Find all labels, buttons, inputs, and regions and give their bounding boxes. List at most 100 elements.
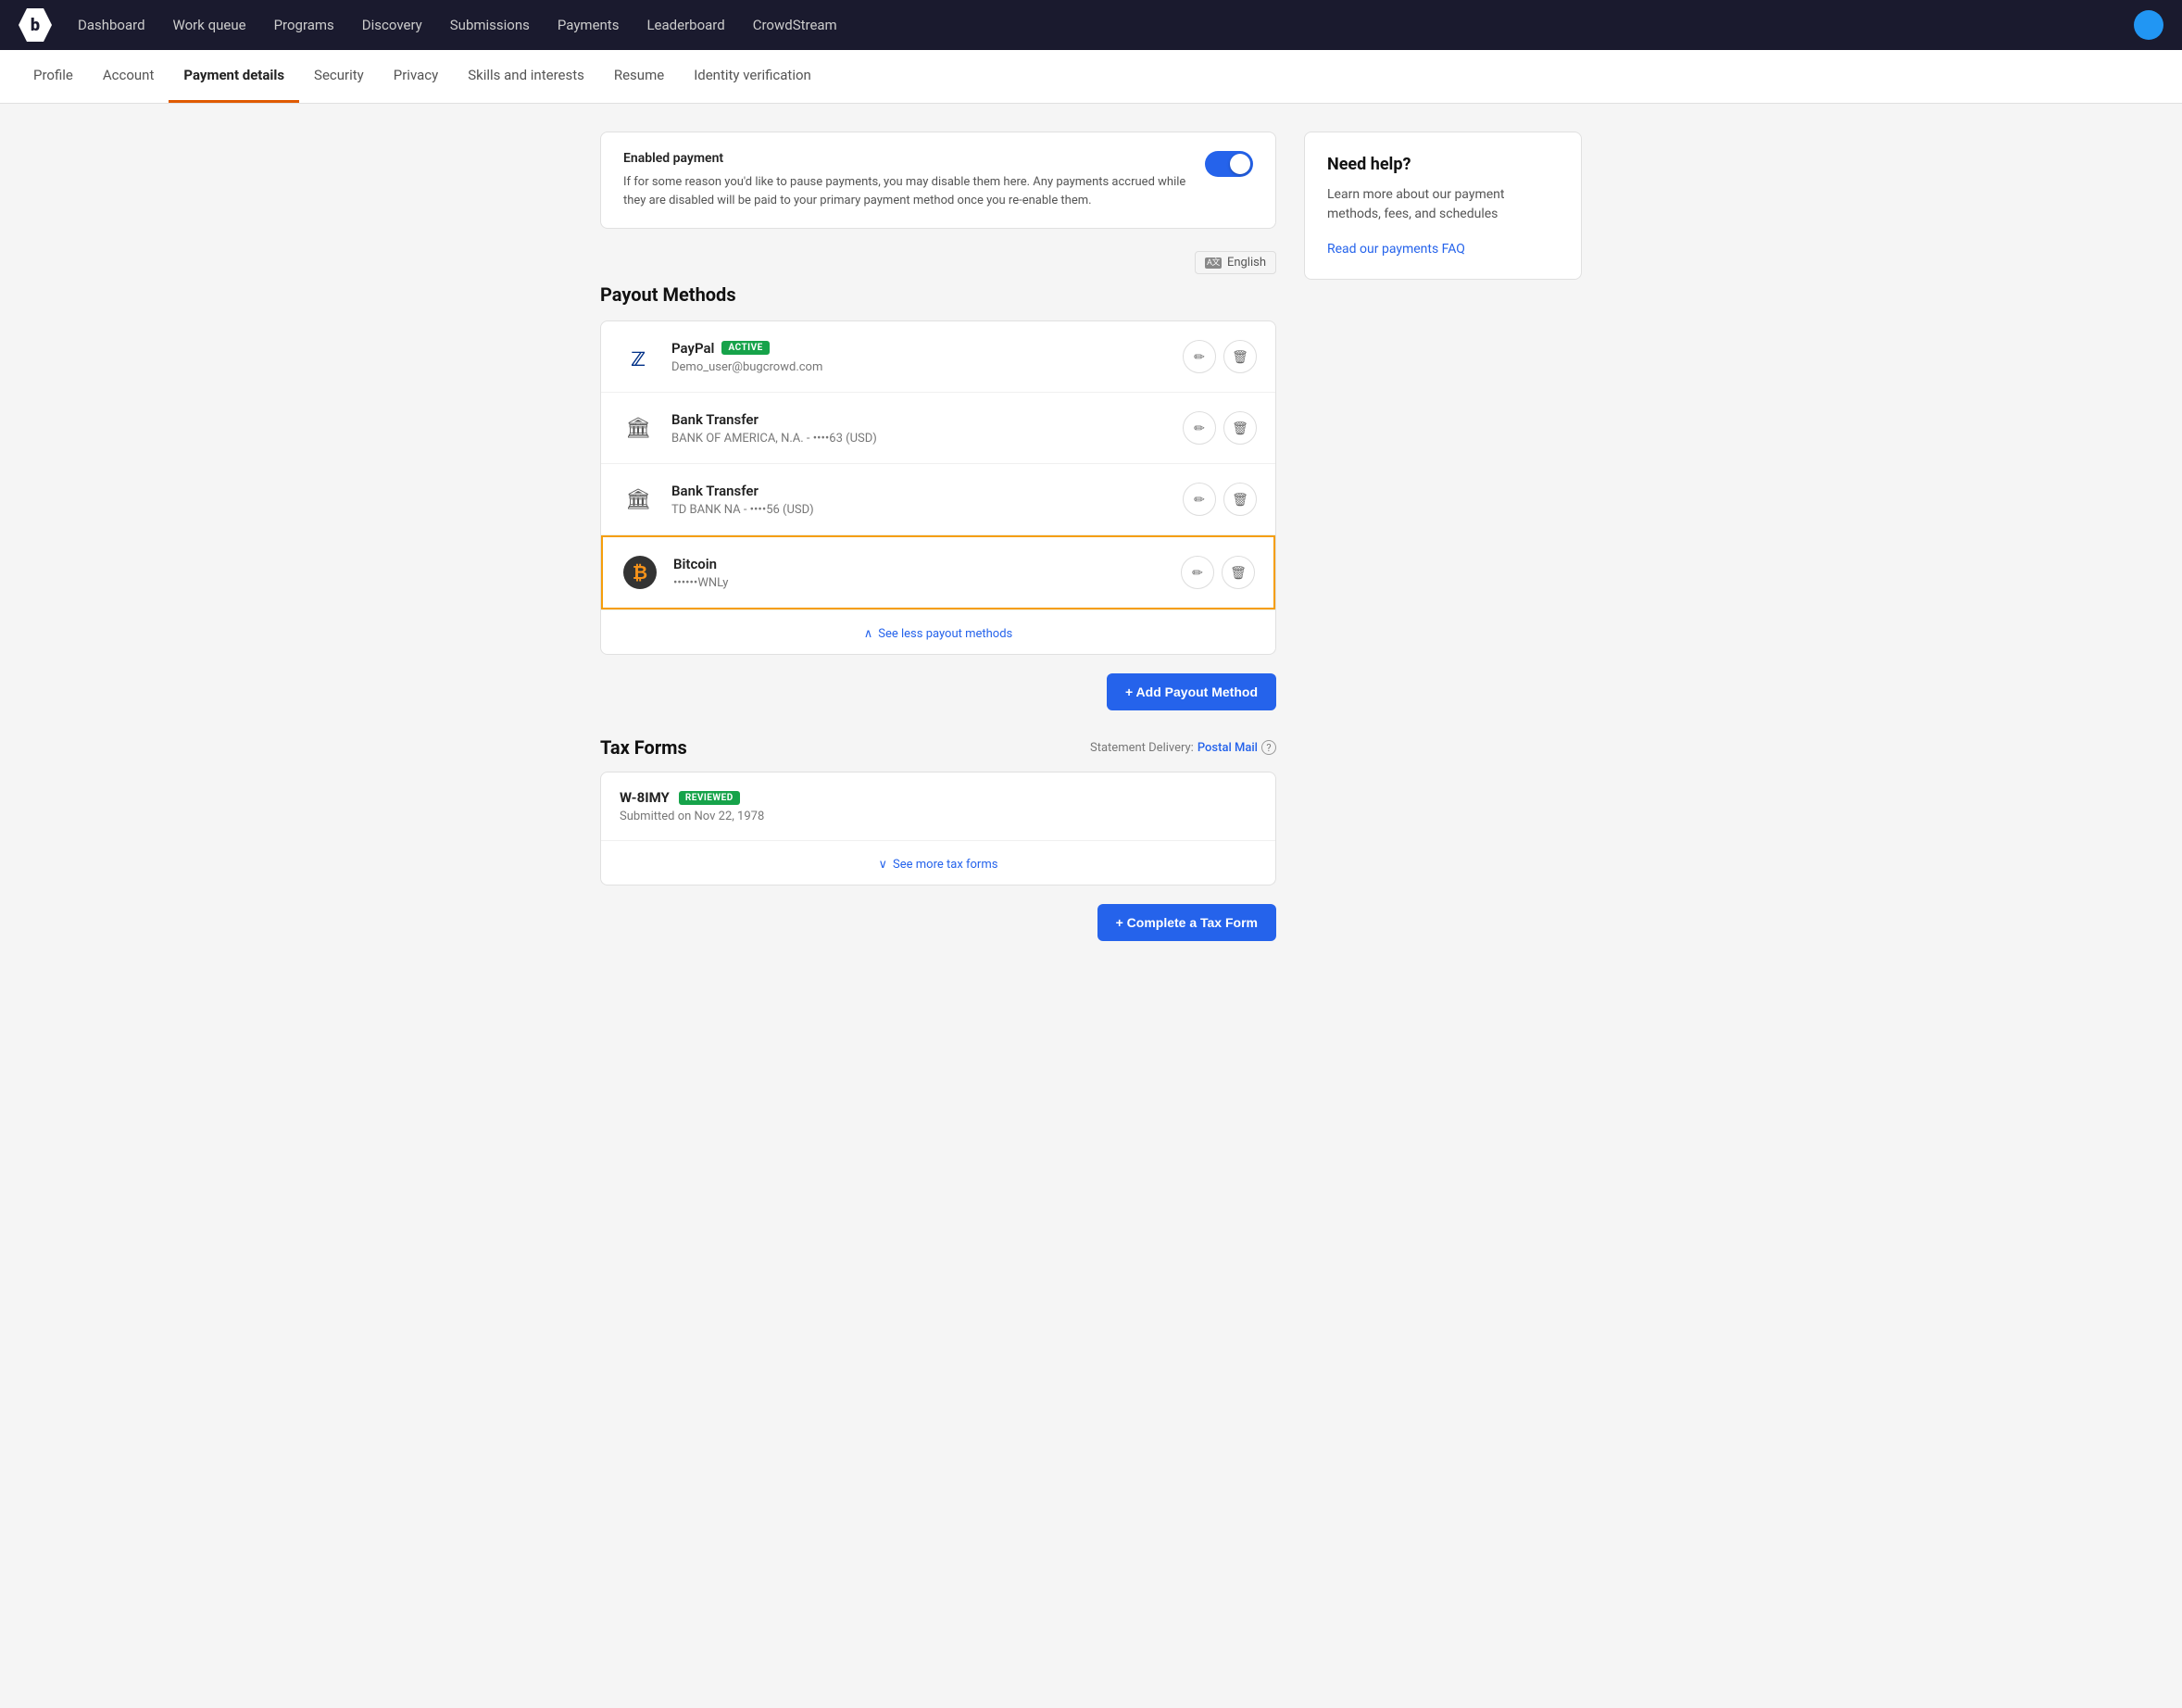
enabled-payment-title: Enabled payment [623, 151, 1190, 166]
nav-discovery[interactable]: Discovery [351, 11, 433, 39]
language-icon: A文 [1205, 257, 1222, 269]
bitcoin-info: Bitcoin ••••••WNLy [673, 556, 1166, 590]
bitcoin-detail: ••••••WNLy [673, 576, 1166, 590]
payout-methods-title: Payout Methods [600, 283, 1276, 306]
see-less-row: ∧ See less payout methods [601, 609, 1275, 654]
tax-form-badge: REVIEWED [679, 791, 740, 805]
paypal-name-row: PayPal ACTIVE [671, 340, 1168, 357]
payout-methods-card: 𝕫 PayPal ACTIVE Demo_user@bugcrowd.com ✏… [600, 320, 1276, 655]
bank2-info: Bank Transfer TD BANK NA - ••••56 (USD) [671, 483, 1168, 517]
faq-link[interactable]: Read our payments FAQ [1327, 242, 1465, 257]
see-more-label: See more tax forms [893, 858, 997, 872]
bank1-name: Bank Transfer [671, 411, 759, 428]
logo[interactable]: b [19, 8, 52, 42]
bank1-info: Bank Transfer BANK OF AMERICA, N.A. - ••… [671, 411, 1168, 446]
tab-identity[interactable]: Identity verification [679, 50, 826, 103]
tab-skills[interactable]: Skills and interests [453, 50, 599, 103]
bank2-delete-button[interactable]: 🗑 [1223, 483, 1257, 516]
chevron-down-icon: ∨ [879, 858, 888, 872]
bitcoin-delete-button[interactable]: 🗑 [1222, 556, 1255, 589]
bitcoin-actions: ✏ 🗑 [1181, 556, 1255, 589]
bitcoin-edit-button[interactable]: ✏ [1181, 556, 1214, 589]
bank2-edit-button[interactable]: ✏ [1183, 483, 1216, 516]
bank1-icon-container: 🏛 [620, 409, 657, 446]
enabled-payment-section: Enabled payment If for some reason you'd… [600, 132, 1276, 229]
paypal-delete-button[interactable]: 🗑 [1223, 340, 1257, 373]
edit-icon: ✏ [1194, 492, 1205, 508]
bank1-name-row: Bank Transfer [671, 411, 1168, 428]
bank1-delete-button[interactable]: 🗑 [1223, 411, 1257, 445]
paypal-icon: 𝕫 [631, 342, 646, 372]
see-more-row: ∨ See more tax forms [601, 841, 1275, 885]
trash-icon: 🗑 [1230, 565, 1247, 581]
user-avatar[interactable] [2134, 10, 2163, 40]
bitcoin-icon: ₿ [623, 556, 657, 589]
tax-name-row: W-8IMY REVIEWED [620, 789, 1257, 806]
nav-leaderboard[interactable]: Leaderboard [635, 11, 735, 39]
edit-icon: ✏ [1192, 565, 1203, 581]
payout-row-bank1: 🏛 Bank Transfer BANK OF AMERICA, N.A. - … [601, 393, 1275, 464]
logo-text: b [31, 16, 40, 35]
paypal-info: PayPal ACTIVE Demo_user@bugcrowd.com [671, 340, 1168, 374]
complete-tax-form-button[interactable]: + Complete a Tax Form [1097, 904, 1276, 941]
language-label: English [1227, 256, 1266, 270]
nav-programs[interactable]: Programs [263, 11, 345, 39]
language-selector[interactable]: A文 English [1195, 251, 1276, 274]
tab-profile[interactable]: Profile [19, 50, 88, 103]
help-icon[interactable]: ? [1261, 740, 1276, 755]
bank1-edit-button[interactable]: ✏ [1183, 411, 1216, 445]
toggle-thumb [1230, 154, 1250, 174]
payout-row-bank2: 🏛 Bank Transfer TD BANK NA - ••••56 (USD… [601, 464, 1275, 535]
paypal-icon-container: 𝕫 [620, 338, 657, 375]
nav-workqueue[interactable]: Work queue [162, 11, 257, 39]
nav-payments[interactable]: Payments [546, 11, 631, 39]
see-less-link[interactable]: ∧ See less payout methods [864, 627, 1013, 641]
tab-privacy[interactable]: Privacy [379, 50, 453, 103]
chevron-up-icon: ∧ [864, 627, 873, 641]
bitcoin-icon-container: ₿ [621, 554, 658, 591]
tax-forms-header: Tax Forms Statement Delivery: Postal Mai… [600, 736, 1276, 759]
see-more-tax-forms-link[interactable]: ∨ See more tax forms [879, 858, 998, 872]
complete-tax-row: + Complete a Tax Form [600, 904, 1276, 941]
sub-navigation: Profile Account Payment details Security… [0, 50, 2182, 104]
bank2-name: Bank Transfer [671, 483, 759, 499]
bank2-detail: TD BANK NA - ••••56 (USD) [671, 503, 1168, 517]
nav-submissions[interactable]: Submissions [439, 11, 541, 39]
help-panel: Need help? Learn more about our payment … [1304, 132, 1582, 280]
paypal-edit-button[interactable]: ✏ [1183, 340, 1216, 373]
trash-icon: 🗑 [1232, 492, 1248, 508]
bank1-icon: 🏛 [625, 417, 651, 440]
tax-form-date: Submitted on Nov 22, 1978 [620, 810, 1257, 823]
statement-delivery-label: Statement Delivery: [1090, 741, 1194, 755]
tab-security[interactable]: Security [299, 50, 379, 103]
help-description: Learn more about our payment methods, fe… [1327, 185, 1559, 224]
edit-icon: ✏ [1194, 349, 1205, 365]
see-less-label: See less payout methods [878, 627, 1012, 641]
tax-row-w8imy: W-8IMY REVIEWED Submitted on Nov 22, 197… [601, 772, 1275, 841]
nav-dashboard[interactable]: Dashboard [67, 11, 157, 39]
bank1-actions: ✏ 🗑 [1183, 411, 1257, 445]
enabled-payment-text: Enabled payment If for some reason you'd… [623, 151, 1190, 209]
paypal-actions: ✏ 🗑 [1183, 340, 1257, 373]
tab-account[interactable]: Account [88, 50, 169, 103]
bank2-icon: 🏛 [625, 488, 651, 511]
enabled-payment-description: If for some reason you'd like to pause p… [623, 173, 1190, 209]
tab-resume[interactable]: Resume [599, 50, 679, 103]
bitcoin-name: Bitcoin [673, 556, 717, 572]
bank1-detail: BANK OF AMERICA, N.A. - ••••63 (USD) [671, 432, 1168, 446]
payment-toggle[interactable] [1205, 151, 1253, 177]
paypal-badge: ACTIVE [721, 341, 769, 355]
paypal-name: PayPal [671, 340, 714, 357]
trash-icon: 🗑 [1232, 421, 1248, 436]
left-panel: Enabled payment If for some reason you'd… [600, 132, 1276, 941]
bank2-name-row: Bank Transfer [671, 483, 1168, 499]
tax-form-name: W-8IMY [620, 789, 670, 806]
tab-payment-details[interactable]: Payment details [169, 50, 299, 103]
add-method-row: + Add Payout Method [600, 673, 1276, 710]
statement-delivery: Statement Delivery: Postal Mail ? [1090, 740, 1276, 755]
main-content: Enabled payment If for some reason you'd… [582, 104, 1600, 969]
nav-crowdstream[interactable]: CrowdStream [742, 11, 848, 39]
bank2-icon-container: 🏛 [620, 481, 657, 518]
bank2-actions: ✏ 🗑 [1183, 483, 1257, 516]
add-payout-method-button[interactable]: + Add Payout Method [1107, 673, 1276, 710]
